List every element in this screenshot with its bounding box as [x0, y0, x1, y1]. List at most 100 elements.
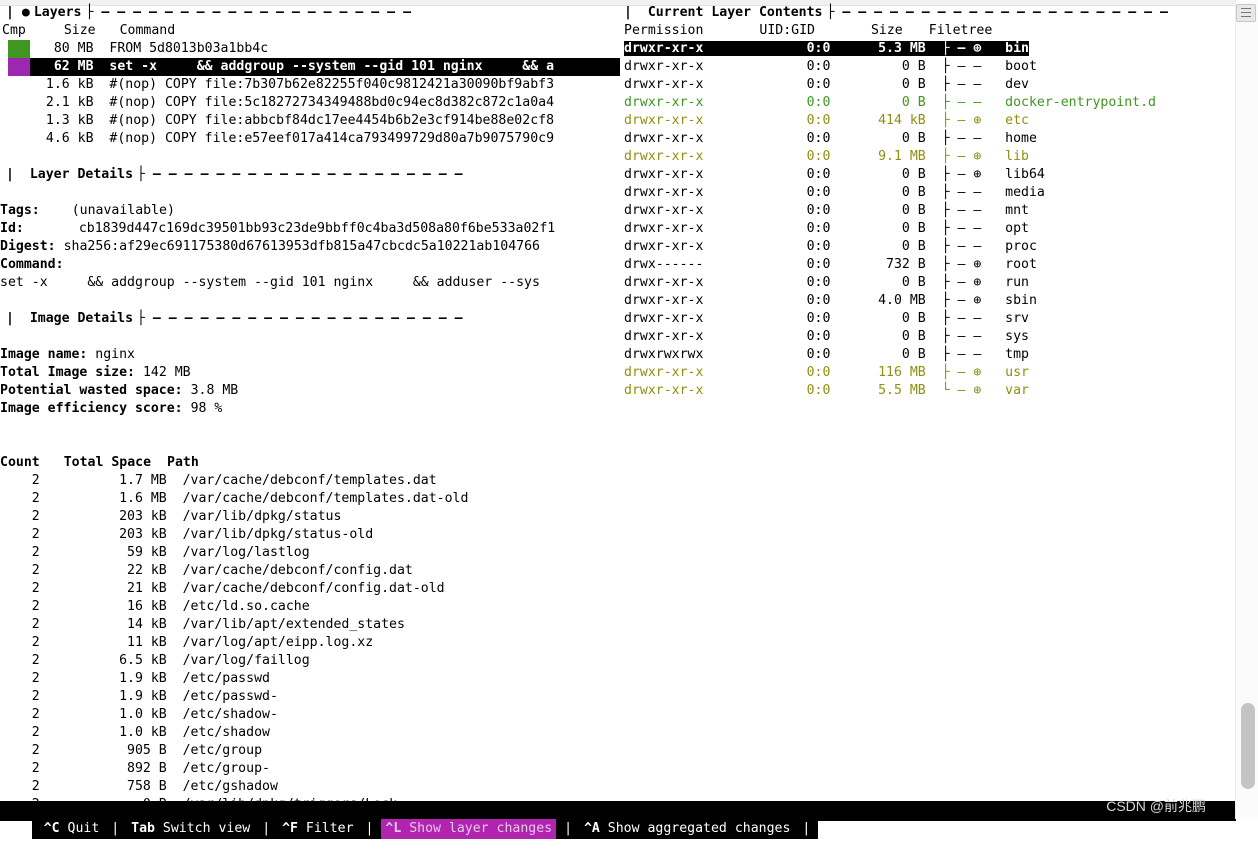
scrollbar-up-button[interactable]	[1236, 4, 1256, 22]
layer-tags-row: Tags: (unavailable)	[0, 202, 620, 220]
inefficient-file-row: 2 892 B /etc/group-	[0, 761, 270, 776]
scrollbar-thumb[interactable]	[1241, 703, 1255, 789]
filetree-entry-name: var	[1005, 383, 1029, 398]
status-key-filter[interactable]: ^F Filter	[278, 819, 358, 839]
image-name-label: Image name:	[0, 347, 88, 362]
filetree-row[interactable]: drwxr-xr-x 0:0 0 B ├ — — dev	[620, 76, 1236, 94]
left-column: | ● Layers ├ — — — — — — — — — — — — — — —…	[0, 4, 620, 814]
image-wasted-space-label: Potential wasted space:	[0, 383, 183, 398]
layer-row-text: 1.3 kB #(nop) COPY file:abbcbf84dc17ee44…	[30, 113, 555, 128]
inefficient-file-row: 2 1.6 MB /var/cache/debconf/templates.da…	[0, 491, 469, 506]
filetree-row[interactable]: drwxr-xr-x 0:0 0 B ├ — — proc	[620, 238, 1236, 256]
filetree-row[interactable]: drwxr-xr-x 0:0 5.3 MB ├ — ⊕ bin	[620, 40, 1236, 58]
status-key-separator: |	[794, 819, 819, 839]
inefficient-file-row: 2 59 kB /var/log/lastlog	[0, 545, 310, 560]
layer-row[interactable]: 62 MB set -x && addgroup --system --gid …	[0, 58, 620, 76]
spacer-row	[0, 328, 620, 346]
image-wasted-space-value: 3.8 MB	[190, 383, 239, 398]
filetree-branch-icon: └ — ⊕	[941, 383, 1006, 398]
image-name-row: Image name: nginx	[0, 346, 620, 364]
layer-tags-value: (unavailable)	[71, 203, 175, 218]
status-key-show-aggregated-changes[interactable]: ^A Show aggregated changes	[579, 819, 795, 839]
image-total-size-row: Total Image size: 142 MB	[0, 364, 620, 382]
inefficient-file-row: 2 22 kB /var/cache/debconf/config.dat	[0, 563, 413, 578]
filetree-row-meta: drwxrwxrwx 0:0 0 B	[624, 347, 942, 362]
filetree-entry-name: lib	[1005, 149, 1029, 164]
layer-row[interactable]: 2.1 kB #(nop) COPY file:5c18272734349488…	[0, 94, 620, 112]
layer-row[interactable]: 1.6 kB #(nop) COPY file:7b307b62e82255f0…	[0, 76, 620, 94]
filetree-row[interactable]: drwxr-xr-x 0:0 9.1 MB ├ — ⊕ lib	[620, 148, 1236, 166]
layer-row-text: 4.6 kB #(nop) COPY file:e57eef017a414ca7…	[30, 131, 555, 146]
filetree-row[interactable]: drwxr-xr-x 0:0 5.5 MB └ — ⊕ var	[620, 382, 1236, 400]
image-details-divider: ├ — — — — — — — — — — — — — — — — — — — …	[137, 311, 463, 326]
status-key-label: Switch view	[154, 821, 251, 836]
layer-row[interactable]: 80 MB FROM 5d8013b03a1bb4c	[0, 40, 620, 58]
layers-list[interactable]: 80 MB FROM 5d8013b03a1bb4c 62 MB set -x …	[0, 40, 620, 148]
layer-command-value-row: set -x && addgroup --system --gid 101 ng…	[0, 274, 620, 292]
status-key-binding: ^C	[43, 821, 60, 836]
filetree-row[interactable]: drwxr-xr-x 0:0 0 B ├ — — mnt	[620, 202, 1236, 220]
layer-compare-swatch	[8, 40, 30, 58]
filetree-row[interactable]: drwxr-xr-x 0:0 116 MB ├ — ⊕ usr	[620, 364, 1236, 382]
status-key-label: Filter	[297, 821, 354, 836]
filetree-row[interactable]: drwxr-xr-x 0:0 0 B ├ — ⊕ run	[620, 274, 1236, 292]
spacer-row	[0, 418, 620, 436]
image-name-value: nginx	[95, 347, 135, 362]
filetree-row[interactable]: drwxr-xr-x 0:0 0 B ├ — ⊕ lib64	[620, 166, 1236, 184]
filetree-row-meta: drwxr-xr-x 0:0 0 B	[624, 239, 942, 254]
filetree-row-meta: drwxr-xr-x 0:0 0 B	[624, 203, 942, 218]
image-details-title: Image Details	[29, 311, 134, 326]
filetree-branch-icon: ├ — ⊕	[941, 149, 1006, 164]
inefficient-file-row: 2 1.7 MB /var/cache/debconf/templates.da…	[0, 473, 437, 488]
filetree-list[interactable]: drwxr-xr-x 0:0 5.3 MB ├ — ⊕ bin drwxr-xr-…	[620, 40, 1236, 400]
layer-digest-label: Digest:	[0, 239, 56, 254]
inefficient-file-row: 2 203 kB /var/lib/dpkg/status-old	[0, 527, 374, 542]
filetree-entry-name: run	[1005, 275, 1029, 290]
status-bar-left-edge	[31, 819, 40, 839]
filetree-row-meta: drwxr-xr-x 0:0 0 B	[624, 167, 942, 182]
filetree-row[interactable]: drwxr-xr-x 0:0 4.0 MB ├ — ⊕ sbin	[620, 292, 1236, 310]
status-key-quit[interactable]: ^C Quit	[39, 819, 104, 839]
inefficient-file-row: 2 11 kB /var/log/apt/eipp.log.xz	[0, 635, 374, 650]
filetree-entry-name: etc	[1005, 113, 1029, 128]
filetree-col-uidgid: UID:GID	[759, 23, 815, 38]
filetree-row[interactable]: drwxr-xr-x 0:0 0 B ├ — — sys	[620, 328, 1236, 346]
filetree-entry-name: media	[1005, 185, 1045, 200]
filetree-row[interactable]: drwxrwxrwx 0:0 0 B ├ — — tmp	[620, 346, 1236, 364]
image-total-size-label: Total Image size:	[0, 365, 135, 380]
status-key-binding: Tab	[131, 821, 155, 836]
inefficient-files-list: 2 1.7 MB /var/cache/debconf/templates.da…	[0, 472, 620, 814]
filetree-row-meta: drwxr-xr-x 0:0 0 B	[624, 275, 942, 290]
filetree-row[interactable]: drwxr-xr-x 0:0 0 B ├ — — media	[620, 184, 1236, 202]
filetree-branch-icon: ├ — —	[941, 239, 1006, 254]
filetree-row[interactable]: drwxr-xr-x 0:0 0 B ├ — — home	[620, 130, 1236, 148]
status-key-switch-view[interactable]: Tab Switch view	[127, 819, 255, 839]
filetree-row[interactable]: drwxr-xr-x 0:0 414 kB ├ — ⊕ etc	[620, 112, 1236, 130]
layer-row-text: 80 MB FROM 5d8013b03a1bb4c	[30, 41, 269, 56]
status-key-binding: ^L	[385, 821, 402, 836]
watermark: CSDN @前兆鹏	[1106, 798, 1206, 814]
filetree-row-meta: drwxr-xr-x 0:0 4.0 MB	[624, 293, 942, 308]
filetree-row-meta: drwxr-xr-x 0:0 0 B	[624, 221, 942, 236]
filetree-entry-name: proc	[1005, 239, 1037, 254]
inefficient-file-row: 2 905 B /etc/group	[0, 743, 263, 758]
page-scrollbar-track[interactable]	[1235, 0, 1258, 819]
filetree-row[interactable]: drwx------ 0:0 732 B ├ — ⊕ root	[620, 256, 1236, 274]
filetree-entry-name: srv	[1005, 311, 1029, 326]
inefficient-file-row: 2 1.9 kB /etc/passwd	[0, 671, 270, 686]
filetree-row-meta: drwxr-xr-x 0:0 0 B	[624, 185, 942, 200]
layer-row[interactable]: 1.3 kB #(nop) COPY file:abbcbf84dc17ee44…	[0, 112, 620, 130]
filetree-row[interactable]: drwxr-xr-x 0:0 0 B ├ — — opt	[620, 220, 1236, 238]
filetree-row[interactable]: drwxr-xr-x 0:0 0 B ├ — — boot	[620, 58, 1236, 76]
layer-details-title: Layer Details	[29, 167, 134, 182]
filetree-row-meta: drwxr-xr-x 0:0 116 MB	[624, 365, 942, 380]
filetree-row[interactable]: drwxr-xr-x 0:0 0 B ├ — — srv	[620, 310, 1236, 328]
pane-border-left: |	[6, 311, 30, 326]
filetree-entry-name: boot	[1005, 59, 1037, 74]
layer-command-label: Command:	[0, 257, 64, 272]
filetree-entry-name: bin	[1005, 41, 1029, 56]
filetree-row-meta: drwxr-xr-x 0:0 5.5 MB	[624, 383, 942, 398]
filetree-row[interactable]: drwxr-xr-x 0:0 0 B ├ — — docker-entrypoi…	[620, 94, 1236, 112]
status-key-show-layer-changes[interactable]: ^L Show layer changes	[381, 819, 557, 839]
layer-row[interactable]: 4.6 kB #(nop) COPY file:e57eef017a414ca7…	[0, 130, 620, 148]
